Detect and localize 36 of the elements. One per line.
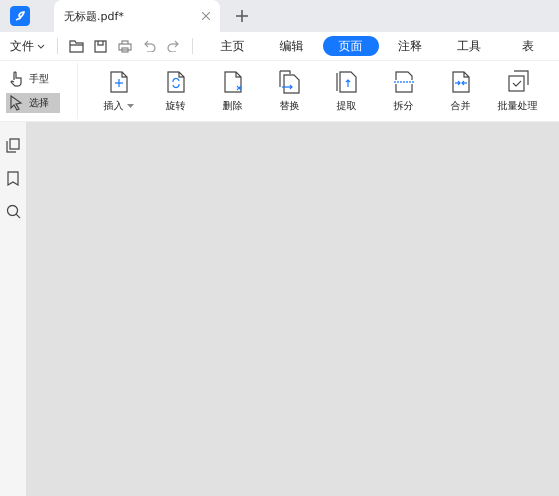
ribbon-tab[interactable]: 编辑	[264, 36, 320, 56]
page-up-arrow-icon	[336, 70, 358, 94]
page-cross-icon	[222, 70, 244, 94]
select-tool[interactable]: 选择	[6, 93, 60, 113]
pages-icon[interactable]	[6, 138, 20, 153]
ribbon-tab[interactable]: 表	[500, 36, 556, 56]
page-split-icon	[392, 70, 414, 94]
page-tool-button[interactable]: 删除	[204, 64, 261, 118]
file-menu[interactable]: 文件	[0, 38, 45, 54]
hand-icon	[9, 71, 23, 87]
page-tool-button[interactable]: 插入	[90, 64, 147, 118]
ribbon-tab[interactable]: 主页	[204, 36, 261, 56]
checked-pages-icon	[506, 70, 528, 94]
search-icon[interactable]	[6, 204, 20, 219]
document-title: 无标题.pdf*	[64, 8, 124, 24]
page-tool-button[interactable]: 提取	[318, 64, 375, 118]
page-tool-button[interactable]: 合并	[432, 64, 489, 118]
document-tab[interactable]: 无标题.pdf*	[54, 0, 220, 32]
ribbon-tab[interactable]: 工具	[440, 36, 497, 56]
page-merge-icon	[450, 70, 472, 94]
page-tool-button[interactable]: 替换	[261, 64, 318, 118]
page-rotate-icon	[164, 70, 186, 94]
ribbon-tab[interactable]: 注释	[382, 36, 438, 56]
page-tool-button[interactable]: 旋转	[147, 64, 204, 118]
page-plus-icon	[108, 70, 130, 94]
page-tool-button[interactable]: 批量处理	[489, 64, 546, 118]
app-logo	[10, 6, 30, 26]
page-tool-button[interactable]: 拆分	[375, 64, 432, 118]
close-icon[interactable]	[202, 12, 210, 20]
hand-tool[interactable]: 手型	[6, 69, 60, 89]
chevron-down-icon	[37, 44, 45, 48]
bookmark-icon[interactable]	[7, 171, 19, 186]
cursor-icon	[9, 95, 23, 111]
new-tab-icon[interactable]	[236, 10, 248, 22]
page-swap-icon	[278, 70, 300, 94]
ribbon-tab[interactable]: 页面	[322, 36, 379, 56]
